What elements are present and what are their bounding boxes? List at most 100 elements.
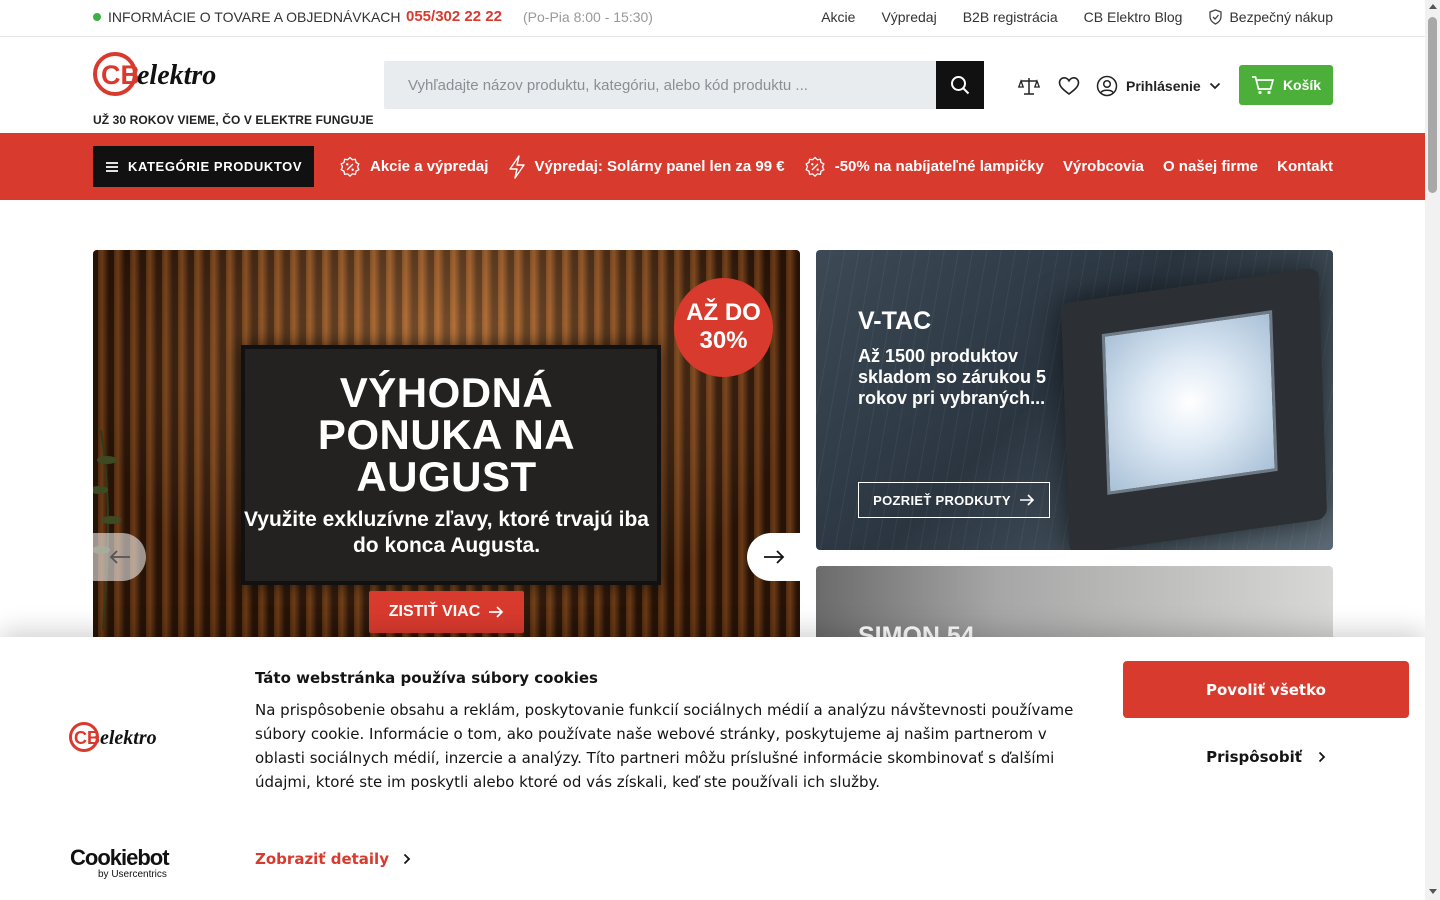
top-link-vypredaj[interactable]: Výpredaj bbox=[881, 9, 936, 25]
login-menu[interactable]: Prihlásenie bbox=[1096, 75, 1221, 97]
hero-cta-label: ZISTIŤ VIAC bbox=[388, 603, 481, 620]
nav-item-akcie-vypredaj[interactable]: Akcie a výpredaj bbox=[339, 156, 488, 178]
main-navigation: KATEGÓRIE PRODUKTOV Akcie a výpredaj Výp… bbox=[0, 133, 1425, 200]
lightning-icon bbox=[508, 154, 525, 179]
floodlight-image bbox=[1060, 267, 1328, 550]
search-icon bbox=[951, 76, 970, 95]
customize-label: Prispôsobiť bbox=[1206, 748, 1302, 766]
cookie-consent-banner: CB elektro Cookiebot by Usercentrics Tát… bbox=[0, 637, 1425, 900]
arrow-right-icon bbox=[1019, 494, 1034, 506]
online-status-dot bbox=[93, 13, 101, 21]
show-details-link[interactable]: Zobraziť detaily bbox=[255, 850, 411, 868]
login-label: Prihlásenie bbox=[1126, 78, 1201, 94]
badge-line: 30% bbox=[699, 327, 748, 354]
chevron-right-icon bbox=[1318, 751, 1326, 763]
scroll-thumb[interactable] bbox=[1428, 17, 1437, 193]
nav-item-label: Kontakt bbox=[1277, 158, 1333, 175]
shopping-cart-icon bbox=[1251, 76, 1275, 95]
nav-item-contact[interactable]: Kontakt bbox=[1277, 158, 1333, 175]
hero-title-line: VÝHODNÁ bbox=[339, 369, 554, 416]
logo-wordmark-text: elektro bbox=[100, 727, 157, 749]
nav-item-about[interactable]: O našej firme bbox=[1163, 158, 1258, 175]
nav-item-lamps-discount[interactable]: -50% na nabíjateľné lampičky bbox=[804, 156, 1044, 178]
slider-next-button[interactable] bbox=[747, 533, 800, 581]
nav-item-label: Výpredaj: Solárny panel len za 99 € bbox=[534, 158, 785, 175]
header-actions: Prihlásenie bbox=[1016, 75, 1221, 97]
top-info-bar: INFORMÁCIE O TOVARE A OBJEDNÁVKACH 055/3… bbox=[0, 0, 1425, 37]
cookiebot-logo[interactable]: Cookiebot by Usercentrics bbox=[70, 845, 170, 880]
chevron-down-icon bbox=[1209, 82, 1220, 90]
search-bar bbox=[384, 61, 984, 109]
top-link-b2b[interactable]: B2B registrácia bbox=[963, 9, 1058, 25]
cookie-text: Na prispôsobenie obsahu a reklám, poskyt… bbox=[255, 701, 1074, 791]
plant-decoration bbox=[93, 429, 121, 630]
slider-prev-button[interactable] bbox=[93, 533, 146, 581]
opening-hours: (Po-Pia 8:00 - 15:30) bbox=[523, 9, 653, 25]
discount-badge: AŽ DO 30% bbox=[674, 278, 773, 377]
cart-label: Košík bbox=[1282, 77, 1322, 93]
hamburger-menu-icon bbox=[106, 161, 118, 172]
hero-subtitle: Využite exkluzívne zľavy, ktoré trvajú i… bbox=[244, 508, 649, 557]
search-button[interactable] bbox=[936, 61, 984, 109]
search-input[interactable] bbox=[384, 61, 936, 109]
vtac-banner[interactable]: V-TAC Až 1500 produktov skladom so záruk… bbox=[816, 250, 1333, 550]
customize-button[interactable]: Prispôsobiť bbox=[1123, 737, 1409, 777]
nav-links: Akcie a výpredaj Výpredaj: Solárny panel… bbox=[339, 133, 1333, 200]
hero-title-line: AUGUST bbox=[356, 453, 537, 500]
nav-item-label: Akcie a výpredaj bbox=[370, 158, 489, 175]
top-links: Akcie Výpredaj B2B registrácia CB Elektr… bbox=[821, 9, 1333, 25]
logo-mark-text: CB bbox=[101, 60, 140, 90]
view-products-button[interactable]: POZRIEŤ PRODKUTY bbox=[858, 482, 1050, 518]
allow-all-button[interactable]: Povoliť všetko bbox=[1123, 661, 1409, 718]
cart-button[interactable]: Košík bbox=[1239, 65, 1333, 105]
cb-elektro-logo: CB elektro bbox=[93, 52, 216, 96]
wishlist-button[interactable] bbox=[1056, 75, 1082, 97]
nav-item-label: O našej firme bbox=[1162, 158, 1259, 175]
scroll-up-arrow[interactable] bbox=[1429, 4, 1437, 9]
hero-title-line: PONUKA NA bbox=[317, 411, 576, 458]
site-header: CB elektro UŽ 30 ROKOV VIEME, ČO V ELEKT… bbox=[0, 37, 1425, 133]
info-label: INFORMÁCIE O TOVARE A OBJEDNÁVKACH bbox=[108, 9, 401, 25]
scroll-down-arrow[interactable] bbox=[1429, 889, 1437, 894]
compare-button[interactable] bbox=[1016, 75, 1042, 97]
nav-item-label: Výrobcovia bbox=[1063, 158, 1144, 175]
nav-item-manufacturers[interactable]: Výrobcovia bbox=[1063, 158, 1144, 175]
logo-wordmark-text: elektro bbox=[137, 60, 216, 91]
badge-line: AŽ DO bbox=[686, 299, 761, 326]
user-icon bbox=[1096, 75, 1118, 97]
hero-title: VÝHODNÁ PONUKA NA AUGUST bbox=[243, 372, 650, 498]
top-link-blog[interactable]: CB Elektro Blog bbox=[1084, 9, 1183, 25]
chevron-right-icon bbox=[403, 853, 411, 865]
scale-compare-icon bbox=[1018, 78, 1040, 95]
logo-tagline: UŽ 30 ROKOV VIEME, ČO V ELEKTRE FUNGUJE bbox=[93, 113, 374, 127]
logo-mark-text: CB bbox=[74, 728, 100, 748]
categories-label: KATEGÓRIE PRODUKTOV bbox=[128, 159, 303, 174]
phone-link[interactable]: 055/302 22 22 bbox=[406, 8, 502, 25]
nav-item-solar-panel-sale[interactable]: Výpredaj: Solárny panel len za 99 € bbox=[508, 154, 785, 179]
cookiebot-by: by Usercentrics bbox=[98, 869, 167, 880]
shield-check-icon bbox=[1209, 9, 1223, 25]
cookie-title: Táto webstránka používa súbory cookies bbox=[255, 669, 598, 687]
vtac-text: Až 1500 produktov skladom so zárukou 5 r… bbox=[858, 346, 1047, 408]
discount-badge-icon bbox=[340, 156, 360, 177]
cb-elektro-logo: CB elektro bbox=[69, 722, 157, 752]
discount-badge-icon bbox=[805, 156, 825, 177]
site-logo[interactable]: CB elektro UŽ 30 ROKOV VIEME, ČO V ELEKT… bbox=[93, 51, 374, 127]
cookie-brand-logo: CB elektro bbox=[69, 721, 175, 758]
page-scrollbar[interactable] bbox=[1425, 0, 1440, 900]
view-products-label: POZRIEŤ PRODKUTY bbox=[873, 492, 1011, 508]
nav-item-label: -50% na nabíjateľné lampičky bbox=[834, 158, 1044, 175]
hero-slider[interactable]: VÝHODNÁ PONUKA NA AUGUST Využite exkluzí… bbox=[93, 250, 800, 650]
categories-menu-button[interactable]: KATEGÓRIE PRODUKTOV bbox=[93, 146, 314, 187]
heart-icon bbox=[1058, 76, 1080, 96]
secure-label: Bezpečný nákup bbox=[1229, 9, 1333, 25]
vtac-title: V-TAC bbox=[858, 307, 932, 335]
arrow-left-icon bbox=[109, 550, 130, 564]
top-link-akcie[interactable]: Akcie bbox=[821, 9, 855, 25]
arrow-right-icon bbox=[763, 550, 784, 564]
arrow-right-icon bbox=[489, 606, 504, 618]
show-details-label: Zobraziť detaily bbox=[255, 850, 389, 868]
hero-cta-button[interactable]: ZISTIŤ VIAC bbox=[369, 591, 524, 633]
cookiebot-name: Cookiebot bbox=[70, 845, 170, 870]
top-link-secure-purchase[interactable]: Bezpečný nákup bbox=[1208, 9, 1333, 25]
